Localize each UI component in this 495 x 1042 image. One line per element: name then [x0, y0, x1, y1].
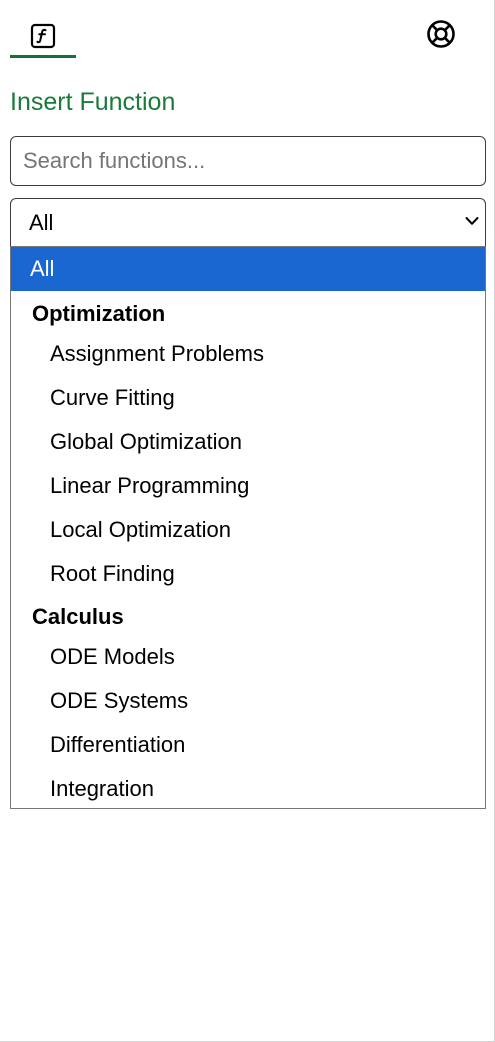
option-root-finding[interactable]: Root Finding — [11, 552, 485, 596]
group-calculus: Calculus — [32, 604, 124, 629]
category-select[interactable]: All — [10, 198, 486, 246]
tab-help[interactable] — [420, 14, 462, 54]
active-tab-indicator — [10, 55, 76, 58]
category-dropdown-list[interactable]: All Optimization Assignment Problems Cur… — [10, 246, 486, 809]
tab-functions[interactable] — [10, 14, 76, 58]
option-all[interactable]: All — [11, 247, 485, 291]
search-input[interactable] — [10, 136, 486, 186]
page-title: Insert Function — [10, 88, 176, 116]
group-optimization: Optimization — [32, 301, 166, 326]
option-integration[interactable]: Integration — [11, 767, 485, 808]
option-curve-fitting[interactable]: Curve Fitting — [11, 376, 485, 420]
option-assignment-problems[interactable]: Assignment Problems — [11, 332, 485, 376]
lifebuoy-icon — [427, 20, 455, 48]
option-differentiation[interactable]: Differentiation — [11, 723, 485, 767]
category-select-value: All — [29, 210, 54, 235]
option-local-optimization[interactable]: Local Optimization — [11, 508, 485, 552]
option-ode-models[interactable]: ODE Models — [11, 635, 485, 679]
option-ode-systems[interactable]: ODE Systems — [11, 679, 485, 723]
option-linear-programming[interactable]: Linear Programming — [11, 464, 485, 508]
chevron-down-icon — [465, 217, 479, 225]
option-global-optimization[interactable]: Global Optimization — [11, 420, 485, 464]
function-icon — [30, 23, 56, 49]
